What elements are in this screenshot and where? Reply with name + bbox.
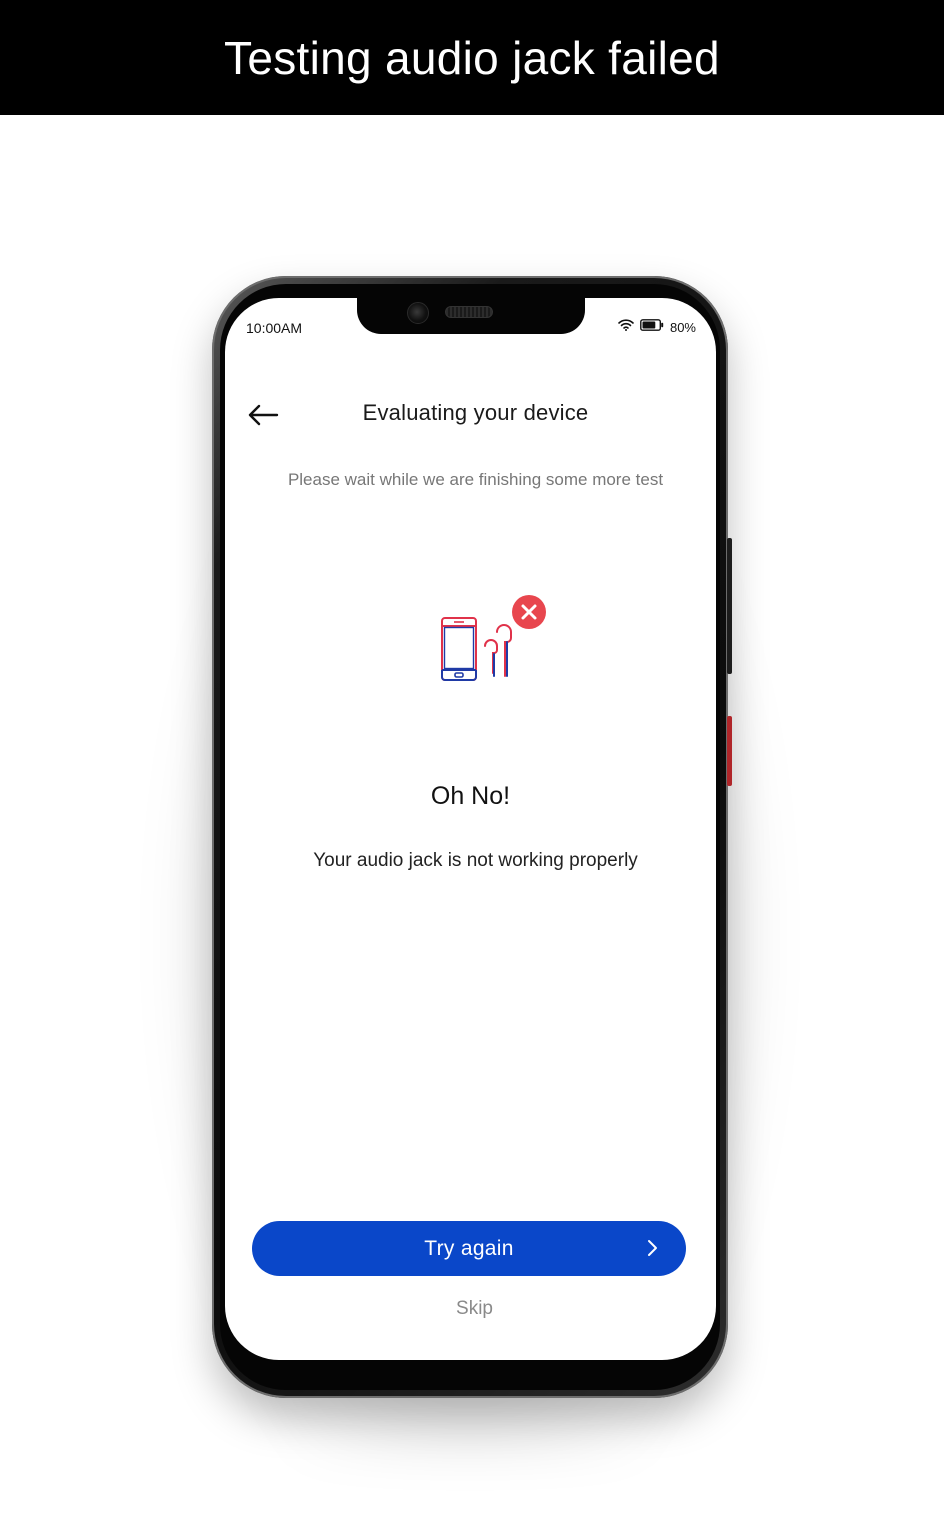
wifi-icon [618, 318, 634, 336]
phone-screen: 10:00AM 80% Evaluating your device Pleas… [225, 298, 716, 1360]
close-circle-icon [512, 595, 546, 629]
try-again-button[interactable]: Try again [252, 1221, 686, 1276]
status-indicators: 80% [618, 318, 696, 336]
battery-icon [640, 318, 664, 336]
battery-percentage: 80% [669, 319, 696, 335]
status-time: 10:00AM [246, 320, 303, 336]
skip-button[interactable]: Skip [225, 1298, 716, 1320]
front-camera [407, 302, 429, 324]
chevron-right-icon [648, 1240, 657, 1256]
promo-banner: Testing audio jack failed [0, 0, 944, 115]
banner-title: Testing audio jack failed [224, 31, 720, 84]
phone-earphones-icon [435, 594, 555, 686]
earpiece-speaker [445, 306, 493, 318]
page-subtitle: Please wait while we are finishing some … [287, 470, 664, 489]
page-title: Evaluating your device [362, 400, 589, 425]
power-button [727, 716, 732, 786]
result-heading: Oh No! [430, 782, 511, 810]
result-message: Your audio jack is not working properly [313, 850, 638, 871]
try-again-label: Try again [424, 1236, 514, 1260]
volume-button [727, 538, 732, 674]
